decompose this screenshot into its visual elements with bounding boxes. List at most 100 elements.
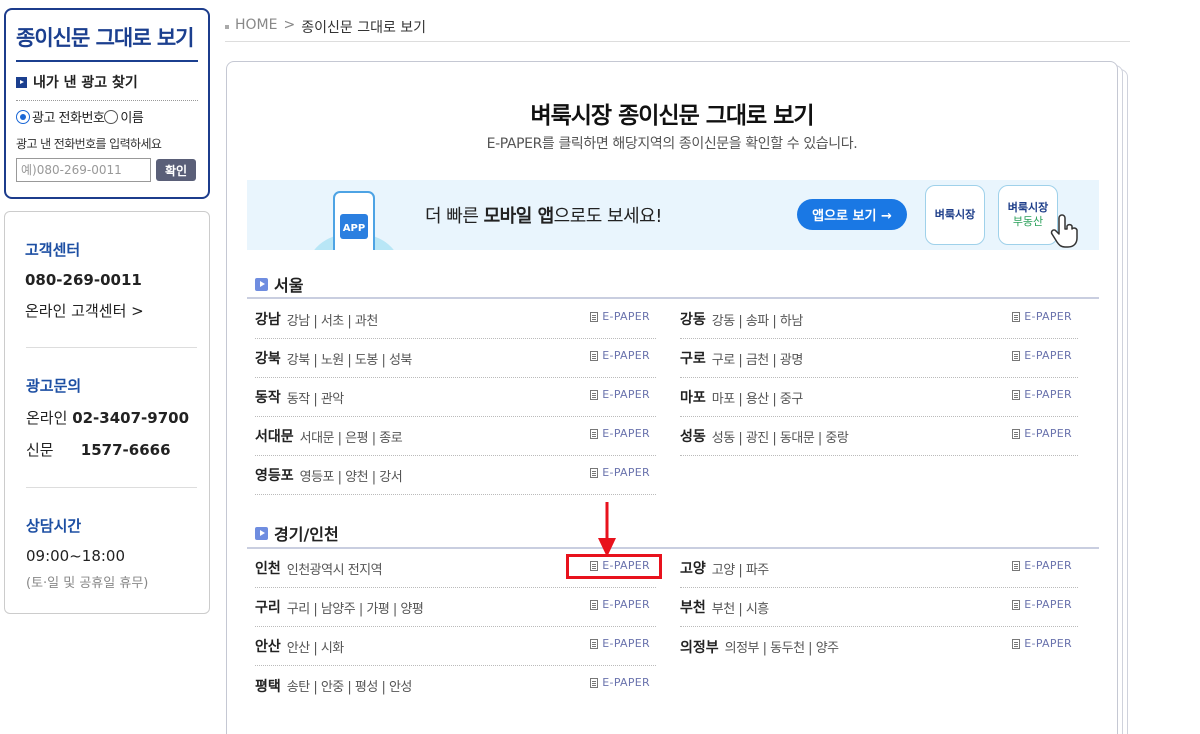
- region-name: 성동: [680, 429, 706, 445]
- region-title: 경기/인천: [274, 525, 339, 544]
- epaper-link[interactable]: E-PAPER: [1012, 637, 1072, 650]
- region-name: 구리: [255, 600, 281, 616]
- region-row: 강북 강북 | 노원 | 도봉 | 성북 E-PAPER: [255, 339, 656, 378]
- region-header-seoul: 서울: [255, 272, 303, 296]
- epaper-link[interactable]: E-PAPER: [1012, 598, 1072, 611]
- divider: [16, 100, 198, 101]
- document-icon: [590, 599, 599, 610]
- region-name: 영등포: [255, 468, 294, 484]
- epaper-link[interactable]: E-PAPER: [590, 427, 650, 440]
- region-row: 영등포 영등포 | 양천 | 강서 E-PAPER: [255, 456, 656, 495]
- epaper-label: E-PAPER: [602, 598, 650, 611]
- online-phone: 02-3407-9700: [72, 409, 190, 427]
- banner-text-before: 더 빠른: [425, 206, 484, 227]
- epaper-link[interactable]: E-PAPER: [590, 466, 650, 479]
- epaper-link[interactable]: E-PAPER: [1012, 349, 1072, 362]
- epaper-label: E-PAPER: [1024, 310, 1072, 323]
- document-icon: [590, 350, 599, 361]
- region-areas: 인천광역시 전지역: [286, 562, 383, 578]
- region-areas: 영등포 | 양천 | 강서: [299, 469, 403, 485]
- online-center-link[interactable]: 온라인 고객센터 >: [25, 300, 198, 321]
- region-areas: 구로 | 금천 | 광명: [711, 352, 804, 368]
- document-icon: [590, 467, 599, 478]
- online-label: 온라인: [26, 409, 68, 427]
- region-row: 안산 안산 | 시화 E-PAPER: [255, 627, 656, 666]
- search-input-row: 확인: [16, 158, 198, 182]
- epaper-link[interactable]: E-PAPER: [1012, 310, 1072, 323]
- epaper-link[interactable]: E-PAPER: [1012, 427, 1072, 440]
- app-card-realestate[interactable]: 벼룩시장 부동산: [998, 185, 1058, 245]
- page-title: 벼룩시장 종이신문 그대로 보기: [530, 103, 814, 129]
- app-card2-bottom: 부동산: [1012, 215, 1044, 228]
- epaper-link[interactable]: E-PAPER: [1012, 559, 1072, 572]
- region-areas: 구리 | 남양주 | 가평 | 양평: [286, 601, 424, 617]
- epaper-link[interactable]: E-PAPER: [1012, 388, 1072, 401]
- epaper-label: E-PAPER: [602, 637, 650, 650]
- radio-phone[interactable]: [16, 109, 30, 124]
- phone-search-input[interactable]: [16, 158, 151, 182]
- epaper-label: E-PAPER: [602, 388, 650, 401]
- app-badge-text: APP: [343, 223, 365, 234]
- region-areas: 부천 | 시흥: [711, 601, 770, 617]
- breadcrumb-current: 종이신문 그대로 보기: [301, 20, 427, 36]
- document-icon: [590, 677, 599, 688]
- red-arrow-annotation: [598, 502, 616, 557]
- banner-text-after: 으로도 보세요!: [553, 206, 663, 227]
- open-app-button[interactable]: 앱으로 보기 →: [797, 199, 907, 230]
- epaper-link[interactable]: E-PAPER: [590, 676, 650, 689]
- app-card2-top: 벼룩시장: [1007, 200, 1049, 214]
- region-header-gyeonggi: 경기/인천: [255, 521, 339, 545]
- epaper-link[interactable]: E-PAPER: [590, 349, 650, 362]
- banner-message: 더 빠른 모바일 앱으로도 보세요!: [425, 202, 662, 228]
- region-areas: 강동 | 송파 | 하남: [711, 313, 804, 329]
- region-row: 고양 고양 | 파주 E-PAPER: [680, 549, 1078, 588]
- region-row: 의정부 의정부 | 동두천 | 양주 E-PAPER: [680, 627, 1078, 666]
- region-name: 강북: [255, 351, 281, 367]
- epaper-label: E-PAPER: [602, 349, 650, 362]
- region-areas: 강북 | 노원 | 도봉 | 성북: [286, 352, 413, 368]
- search-type-radios: 광고 전화번호 이름: [16, 107, 198, 126]
- radio-name-label[interactable]: 이름: [120, 107, 143, 126]
- confirm-button[interactable]: 확인: [156, 159, 196, 181]
- radio-name[interactable]: [104, 109, 119, 124]
- document-icon: [1012, 350, 1021, 361]
- document-icon: [1012, 599, 1021, 610]
- region-areas: 송탄 | 안중 | 평성 | 안성: [286, 680, 413, 695]
- region-name: 동작: [255, 390, 281, 406]
- region-name: 마포: [680, 390, 706, 406]
- region-areas: 서대문 | 은평 | 종로: [299, 430, 403, 446]
- search-box-title: 종이신문 그대로 보기: [16, 10, 198, 62]
- epaper-link[interactable]: E-PAPER: [590, 598, 650, 611]
- epaper-panel: 벼룩시장 종이신문 그대로 보기 E-PAPER를 클릭하면 해당지역의 종이신…: [226, 61, 1118, 734]
- radio-phone-label[interactable]: 광고 전화번호: [32, 107, 105, 126]
- epaper-label: E-PAPER: [1024, 559, 1072, 572]
- epaper-label: E-PAPER: [602, 676, 650, 689]
- region-areas: 의정부 | 동두천 | 양주: [724, 641, 839, 656]
- epaper-label: E-PAPER: [1024, 427, 1072, 440]
- document-icon: [1012, 389, 1021, 400]
- hours-title: 상담시간: [26, 517, 82, 535]
- page-subtitle: E-PAPER를 클릭하면 해당지역의 종이신문을 확인할 수 있습니다.: [486, 136, 858, 152]
- region-name: 의정부: [680, 639, 719, 656]
- epaper-link[interactable]: E-PAPER: [590, 310, 650, 323]
- ad-search-box: 종이신문 그대로 보기 내가 낸 광고 찾기 광고 전화번호 이름 광고 낸 전…: [4, 8, 210, 199]
- region-areas: 안산 | 시화: [286, 640, 345, 656]
- search-subtitle: 내가 낸 광고 찾기: [16, 72, 198, 92]
- region-name: 서대문: [255, 429, 294, 445]
- app-banner: APP 더 빠른 모바일 앱으로도 보세요! 앱으로 보기 → 벼룩시장 벼룩시…: [247, 180, 1099, 250]
- epaper-label: E-PAPER: [1024, 637, 1072, 650]
- search-hint: 광고 낸 전화번호를 입력하세요: [16, 137, 162, 151]
- play-square-icon: [255, 526, 268, 540]
- breadcrumb-home[interactable]: HOME: [235, 17, 277, 33]
- region-areas: 고양 | 파주: [711, 562, 770, 578]
- app-card-byeoruk[interactable]: 벼룩시장: [925, 185, 985, 245]
- region-row: 강남 강남 | 서초 | 과천 E-PAPER: [255, 300, 656, 339]
- document-icon: [1012, 311, 1021, 322]
- banner-text-bold: 모바일 앱: [483, 206, 555, 227]
- region-areas: 동작 | 관악: [286, 391, 345, 407]
- region-name: 강동: [680, 312, 706, 328]
- region-areas: 성동 | 광진 | 동대문 | 중랑: [711, 430, 849, 446]
- bullet-icon: [225, 25, 229, 29]
- epaper-link[interactable]: E-PAPER: [590, 637, 650, 650]
- epaper-link[interactable]: E-PAPER: [590, 388, 650, 401]
